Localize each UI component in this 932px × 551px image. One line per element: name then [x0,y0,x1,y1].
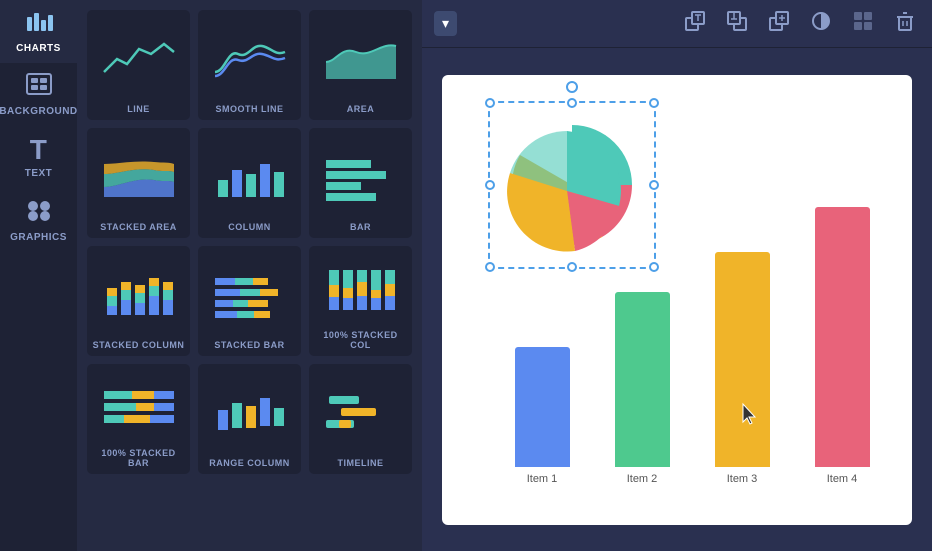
chart-tile-100-stacked-bar-label: 100% STACKED BAR [91,448,186,468]
layer-up-btn[interactable] [680,6,710,41]
sidebar-graphics-label: GRAPHICS [10,232,67,243]
toolbar-chevron-btn[interactable]: ▾ [434,11,457,36]
canvas-main: Item 1 Item 2 Item 3 Item 4 [422,48,932,551]
chart-tile-line[interactable]: LINE [87,10,190,120]
chart-tile-range-column[interactable]: RANGE COLUMN [198,364,301,474]
chart-tile-100-stacked-bar[interactable]: 100% STACKED BAR [87,364,190,474]
chart-tile-column[interactable]: COLUMN [198,128,301,238]
graphics-icon [25,198,53,228]
chart-tile-bar-label: BAR [350,222,371,232]
sidebar-text-label: TEXT [25,168,53,179]
chart-tile-100-stacked-col-label: 100% STACKED COL [313,330,408,350]
canvas-toolbar: ▾ [422,0,932,48]
chart-tile-smooth-line-label: SMOOTH LINE [216,104,284,114]
chart-tile-range-column-label: RANGE COLUMN [209,458,290,468]
selection-handle-tr[interactable] [649,98,659,108]
bar-label-2: Item 2 [627,473,658,485]
bar-item-4: Item 4 [815,207,870,485]
sidebar-background-label: BACKGROUND [0,106,78,117]
bar-item-2: Item 2 [615,292,670,485]
chart-tile-stacked-column[interactable]: STACKED COLUMN [87,246,190,356]
bar-label-3: Item 3 [727,473,758,485]
bar-label-4: Item 4 [827,473,858,485]
chart-tile-stacked-column-label: STACKED COLUMN [93,340,185,350]
sidebar-item-background[interactable]: BACKGROUND [0,63,77,126]
bar-item-3: Item 3 [715,252,770,485]
contrast-btn[interactable] [806,6,836,41]
bar-item-1: Item 1 [515,347,570,485]
add-layer-btn[interactable] [764,6,794,41]
chart-tile-stacked-area-label: STACKED AREA [100,222,177,232]
selection-handle-tm[interactable] [567,98,577,108]
bar-3 [715,252,770,467]
sidebar-item-text[interactable]: T TEXT [0,126,77,189]
pattern-btn[interactable] [848,6,878,41]
sidebar-item-charts[interactable]: CHARTS [0,0,77,63]
selection-handle-tl[interactable] [485,98,495,108]
chart-tile-timeline[interactable]: TIMELINE [309,364,412,474]
selection-handle-rotate[interactable] [566,81,578,93]
canvas-white: Item 1 Item 2 Item 3 Item 4 [442,75,912,525]
layer-down-btn[interactable] [722,6,752,41]
chart-tile-area-label: AREA [347,104,375,114]
background-icon [25,72,53,102]
bar-chart: Item 1 Item 2 Item 3 Item 4 [492,185,892,485]
chart-tile-100-stacked-col[interactable]: 100% STACKED COL [309,246,412,356]
sidebar: CHARTS BACKGROUND T TEXT GRAPHICS [0,0,77,551]
chart-tile-timeline-label: TIMELINE [338,458,384,468]
chart-tile-area[interactable]: AREA [309,10,412,120]
chart-tile-bar[interactable]: BAR [309,128,412,238]
bar-label-1: Item 1 [527,473,558,485]
bar-4 [815,207,870,467]
bar-1 [515,347,570,467]
chart-panel: LINE SMOOTH LINE AREA S [77,0,422,551]
delete-btn[interactable] [890,6,920,41]
sidebar-item-graphics[interactable]: GRAPHICS [0,189,77,252]
chart-tile-line-label: LINE [127,104,150,114]
text-icon: T [30,136,48,164]
charts-icon [25,9,53,39]
chart-tile-smooth-line[interactable]: SMOOTH LINE [198,10,301,120]
chart-tile-stacked-area[interactable]: STACKED AREA [87,128,190,238]
chart-tile-stacked-bar-label: STACKED BAR [214,340,284,350]
chart-tile-column-label: COLUMN [228,222,271,232]
sidebar-charts-label: CHARTS [16,43,61,54]
canvas-area: ▾ [422,0,932,551]
bar-2 [615,292,670,467]
chart-tile-stacked-bar[interactable]: STACKED BAR [198,246,301,356]
